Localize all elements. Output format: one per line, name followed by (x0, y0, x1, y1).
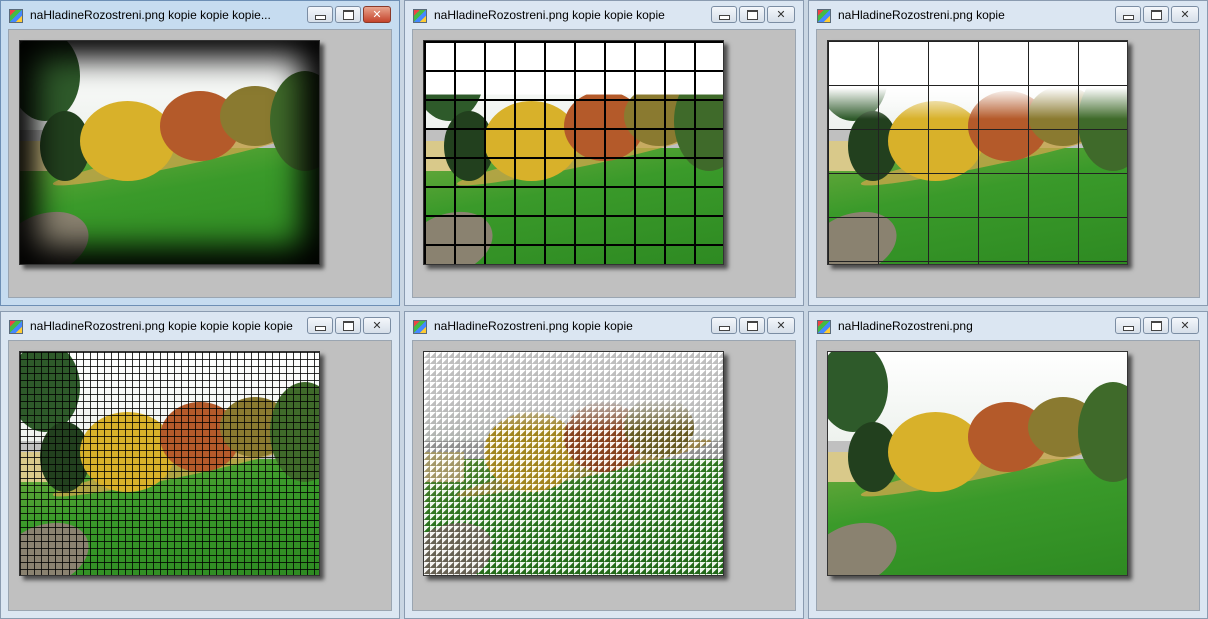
title-bar[interactable]: naHladineRozostreni.png kopie kopie ✕ (405, 312, 803, 340)
title-bar[interactable]: naHladineRozostreni.png kopie kopie kopi… (405, 1, 803, 29)
image-window-4[interactable]: naHladineRozostreni.png kopie kopie kopi… (0, 311, 400, 619)
close-button[interactable]: ✕ (1171, 6, 1199, 23)
maximize-button[interactable] (335, 317, 361, 334)
image-pixelate (19, 351, 320, 576)
image-triangles (423, 351, 724, 576)
maximize-icon (1144, 318, 1168, 333)
title-bar[interactable]: naHladineRozostreni.png ✕ (809, 312, 1207, 340)
maximize-icon (336, 7, 360, 22)
maximize-button[interactable] (1143, 6, 1169, 23)
image-window-6[interactable]: naHladineRozostreni.png ✕ (808, 311, 1208, 619)
image-vignette (19, 40, 320, 265)
image-window-1[interactable]: naHladineRozostreni.png kopie kopie kopi… (0, 0, 400, 306)
image-canvas[interactable] (412, 29, 796, 298)
app-icon (817, 320, 831, 334)
title-bar[interactable]: naHladineRozostreni.png kopie kopie kopi… (1, 312, 399, 340)
app-icon (817, 9, 831, 23)
maximize-button[interactable] (335, 6, 361, 23)
minimize-icon (712, 318, 736, 333)
window-title: naHladineRozostreni.png kopie (838, 8, 1005, 22)
close-button[interactable]: ✕ (1171, 317, 1199, 334)
window-title: naHladineRozostreni.png kopie kopie kopi… (30, 319, 293, 333)
close-icon: ✕ (1180, 320, 1190, 332)
app-icon (413, 320, 427, 334)
window-title: naHladineRozostreni.png kopie kopie kopi… (434, 8, 665, 22)
app-icon (9, 9, 23, 23)
close-button[interactable]: ✕ (767, 6, 795, 23)
maximize-button[interactable] (739, 317, 765, 334)
image-canvas[interactable] (8, 29, 392, 298)
window-title: naHladineRozostreni.png kopie kopie (434, 319, 633, 333)
close-button[interactable]: ✕ (363, 6, 391, 23)
image-canvas[interactable] (8, 340, 392, 611)
minimize-icon (1116, 318, 1140, 333)
image-window-3[interactable]: naHladineRozostreni.png kopie ✕ (808, 0, 1208, 306)
close-icon: ✕ (776, 9, 786, 21)
minimize-button[interactable] (711, 317, 737, 334)
maximize-icon (336, 318, 360, 333)
minimize-button[interactable] (711, 6, 737, 23)
close-icon: ✕ (1180, 9, 1190, 21)
maximize-icon (740, 7, 764, 22)
app-icon (9, 320, 23, 334)
minimize-button[interactable] (307, 6, 333, 23)
minimize-icon (1116, 7, 1140, 22)
close-button[interactable]: ✕ (363, 317, 391, 334)
image-canvas[interactable] (412, 340, 796, 611)
image-canvas[interactable] (816, 340, 1200, 611)
title-bar[interactable]: naHladineRozostreni.png kopie kopie kopi… (1, 1, 399, 29)
image-window-2[interactable]: naHladineRozostreni.png kopie kopie kopi… (404, 0, 804, 306)
window-title: naHladineRozostreni.png kopie kopie kopi… (30, 8, 271, 22)
minimize-icon (712, 7, 736, 22)
minimize-icon (308, 318, 332, 333)
close-icon: ✕ (372, 9, 382, 21)
image-canvas[interactable] (816, 29, 1200, 298)
maximize-icon (740, 318, 764, 333)
close-icon: ✕ (372, 320, 382, 332)
close-button[interactable]: ✕ (767, 317, 795, 334)
app-icon (413, 9, 427, 23)
image-original (827, 351, 1128, 576)
minimize-button[interactable] (1115, 317, 1141, 334)
maximize-icon (1144, 7, 1168, 22)
window-title: naHladineRozostreni.png (838, 319, 973, 333)
image-tiles (423, 40, 724, 265)
maximize-button[interactable] (739, 6, 765, 23)
minimize-icon (308, 7, 332, 22)
image-window-5[interactable]: naHladineRozostreni.png kopie kopie ✕ (404, 311, 804, 619)
close-icon: ✕ (776, 320, 786, 332)
minimize-button[interactable] (307, 317, 333, 334)
minimize-button[interactable] (1115, 6, 1141, 23)
image-puzzle (827, 40, 1128, 265)
maximize-button[interactable] (1143, 317, 1169, 334)
title-bar[interactable]: naHladineRozostreni.png kopie ✕ (809, 1, 1207, 29)
